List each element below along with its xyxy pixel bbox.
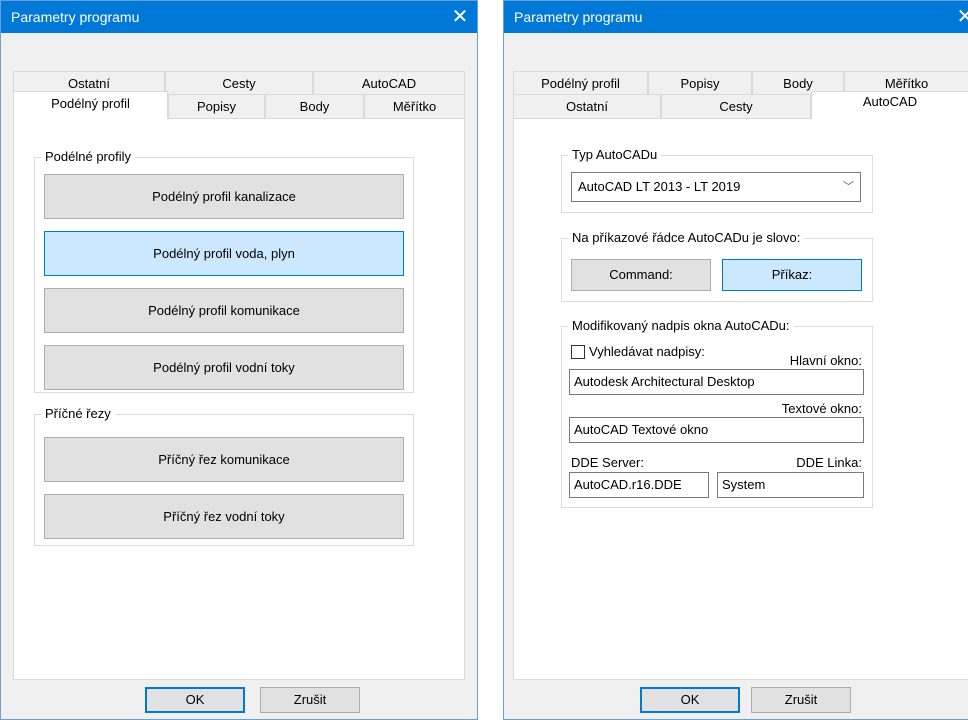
ok-button[interactable]: OK xyxy=(145,687,245,713)
title-bar: Parametry programu ✕ xyxy=(1,1,477,33)
tab-popisy[interactable]: Popisy xyxy=(648,71,752,95)
tab-autocad[interactable]: AutoCAD xyxy=(811,91,968,119)
autocad-type-select[interactable]: AutoCAD LT 2013 - LT 2019 ﹀ xyxy=(571,172,861,202)
tab-autocad[interactable]: AutoCAD xyxy=(313,71,465,95)
group-legend: Typ AutoCADu xyxy=(568,147,662,163)
dde-server-input[interactable]: AutoCAD.r16.DDE xyxy=(569,472,709,498)
window-title: Parametry programu xyxy=(11,9,140,25)
title-bar: Parametry programu ✕ xyxy=(504,1,968,33)
button-podelny-profil-voda-plyn[interactable]: Podélný profil voda, plyn xyxy=(44,231,404,276)
group-pricne-rezy: Příčné řezy Příčný řez komunikace Příčný… xyxy=(34,406,414,546)
group-prikazova-radka: Na příkazové řádce AutoCADu je slovo: Co… xyxy=(561,230,873,302)
chevron-down-icon: ﹀ xyxy=(843,181,854,193)
text-window-input[interactable]: AutoCAD Textové okno xyxy=(569,417,864,443)
dialog-autocad: Parametry programu ✕ Podélný profil Popi… xyxy=(503,0,968,720)
main-window-input[interactable]: Autodesk Architectural Desktop xyxy=(569,369,864,395)
search-titles-checkbox[interactable] xyxy=(571,345,585,359)
tab-row-front: Ostatní Cesty AutoCAD xyxy=(513,91,968,119)
group-legend: Na příkazové řádce AutoCADu je slovo: xyxy=(568,230,805,246)
close-icon[interactable]: ✕ xyxy=(948,1,968,33)
ok-button[interactable]: OK xyxy=(640,687,740,713)
group-legend: Příčné řezy xyxy=(41,406,115,422)
group-typ-autocadu: Typ AutoCADu AutoCAD LT 2013 - LT 2019 ﹀ xyxy=(561,147,873,213)
tab-cesty[interactable]: Cesty xyxy=(661,94,811,118)
button-podelny-profil-kanalizace[interactable]: Podélný profil kanalizace xyxy=(44,174,404,219)
dde-link-input[interactable]: System xyxy=(717,472,864,498)
group-podelne-profily: Podélné profily Podélný profil kanalizac… xyxy=(34,149,414,393)
tab-ostatni[interactable]: Ostatní xyxy=(513,94,661,118)
tab-podelny-profil[interactable]: Podélný profil xyxy=(13,91,168,119)
dde-link-label: DDE Linka: xyxy=(796,455,862,470)
tab-panel: Typ AutoCADu AutoCAD LT 2013 - LT 2019 ﹀… xyxy=(513,118,968,680)
button-podelny-profil-vodni-toky[interactable]: Podélný profil vodní toky xyxy=(44,345,404,390)
text-window-label: Textové okno: xyxy=(781,401,862,416)
tab-meritko[interactable]: Měřítko xyxy=(364,94,465,118)
tab-popisy[interactable]: Popisy xyxy=(168,94,265,118)
close-icon[interactable]: ✕ xyxy=(443,1,477,33)
tab-panel: Podélné profily Podélný profil kanalizac… xyxy=(13,118,465,680)
group-legend: Podélné profily xyxy=(41,149,135,165)
dde-server-label: DDE Server: xyxy=(571,455,644,470)
cancel-button[interactable]: Zrušit xyxy=(751,687,851,713)
main-window-label: Hlavní okno: xyxy=(789,353,862,368)
cancel-button[interactable]: Zrušit xyxy=(260,687,360,713)
tab-body[interactable]: Body xyxy=(265,94,364,118)
button-podelny-profil-komunikace[interactable]: Podélný profil komunikace xyxy=(44,288,404,333)
dialog-podelny-profil: Parametry programu ✕ Ostatní Cesty AutoC… xyxy=(0,0,478,720)
group-legend: Modifikovaný nadpis okna AutoCADu: xyxy=(568,318,794,334)
tab-podelny-profil[interactable]: Podélný profil xyxy=(513,71,648,95)
command-button[interactable]: Command: xyxy=(571,259,711,291)
window-title: Parametry programu xyxy=(514,9,643,25)
button-pricny-rez-vodni-toky[interactable]: Příčný řez vodní toky xyxy=(44,494,404,539)
tab-row-front: Podélný profil Popisy Body Měřítko xyxy=(13,91,465,119)
button-pricny-rez-komunikace[interactable]: Příčný řez komunikace xyxy=(44,437,404,482)
tab-cesty[interactable]: Cesty xyxy=(165,71,313,95)
prikaz-button[interactable]: Příkaz: xyxy=(722,259,862,291)
autocad-type-value: AutoCAD LT 2013 - LT 2019 xyxy=(578,179,741,194)
search-titles-label: Vyhledávat nadpisy: xyxy=(589,344,705,359)
group-modifikovany-nadpis: Modifikovaný nadpis okna AutoCADu: Vyhle… xyxy=(561,318,873,508)
